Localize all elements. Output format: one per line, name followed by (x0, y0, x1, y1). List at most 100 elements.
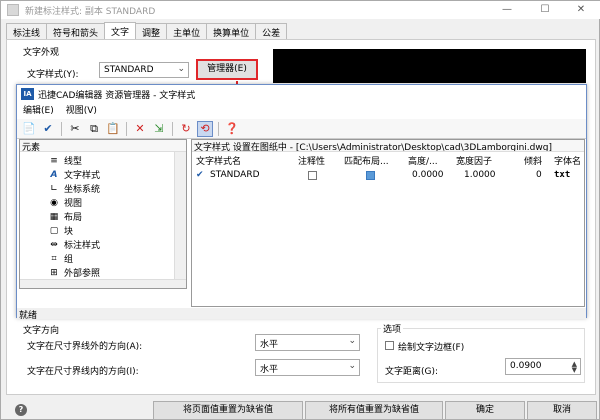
tree-item-linetype[interactable]: ≡ 线型 (48, 154, 83, 168)
options-label: 选项 (381, 322, 404, 335)
ucs-icon: ∟ (50, 183, 58, 194)
column-width-factor[interactable]: 宽度因子 (456, 154, 492, 167)
tree-item-label: 组 (64, 255, 74, 265)
help-icon[interactable]: ❓ (224, 121, 240, 137)
text-style-icon: A (50, 169, 58, 180)
dialog-titlebar: IA 迅捷CAD编辑器 资源管理器 - 文字样式 (17, 85, 586, 103)
help-icon[interactable]: ? (15, 404, 27, 416)
current-check-icon: ✔ (196, 170, 204, 180)
tree-item-text-style[interactable]: A 文字样式 (48, 168, 101, 182)
tree-header: 元素 (20, 140, 186, 153)
tab-bar: 标注线 符号和箭头 文字 调整 主单位 换算单位 公差 (6, 22, 288, 40)
layout-icon: ▦ (49, 211, 59, 222)
purge-icon[interactable]: ⟲ (197, 120, 213, 137)
tab-dimension-lines[interactable]: 标注线 (6, 23, 48, 39)
dimension-style-window: 新建标注样式: 副本 STANDARD — ☐ ✕ 标注线 符号和箭头 文字 调… (0, 0, 600, 420)
minimize-button[interactable]: — (489, 1, 525, 19)
spinner-arrows-icon[interactable]: ▲ ▼ (572, 361, 577, 374)
draw-frame-checkbox[interactable] (385, 341, 394, 353)
tab-alternate-units[interactable]: 换算单位 (206, 23, 257, 39)
column-height[interactable]: 高度/... (408, 154, 438, 167)
reset-page-button[interactable]: 将页面值重置为缺省值 (153, 401, 303, 420)
text-outside-direction-select[interactable]: 水平 ⌄ (255, 334, 360, 351)
dialog-title: 迅捷CAD编辑器 资源管理器 - 文字样式 (38, 90, 196, 101)
tree-item-group[interactable]: ⌗ 组 (48, 252, 74, 266)
list-path-header: 文字样式 设置在图纸中 - [C:\Users\Administrator\De… (192, 140, 584, 152)
tab-fit[interactable]: 调整 (135, 23, 168, 39)
new-icon[interactable]: 📄 (21, 121, 37, 137)
row-width-factor: 1.0000 (464, 170, 496, 180)
tree-item-label: 文字样式 (64, 171, 101, 181)
toolbar-divider (61, 121, 62, 136)
close-button[interactable]: ✕ (563, 1, 599, 19)
cancel-button[interactable]: 取消 (527, 401, 597, 420)
tree-item-view[interactable]: ◉ 视图 (48, 196, 83, 210)
tree-item-block[interactable]: ▢ 块 (48, 224, 74, 238)
tree-item-ucs[interactable]: ∟ 坐标系统 (48, 182, 100, 196)
draw-frame-label: 绘制文字边框(F) (398, 343, 465, 353)
tree-item-label: 块 (64, 227, 74, 237)
text-style-label: 文字样式(Y): (27, 70, 79, 80)
row-oblique: 0 (536, 170, 542, 180)
manager-button[interactable]: 管理器(E) (196, 59, 258, 80)
text-direction-label: 文字方向 (23, 326, 60, 336)
cad-app-icon: IA (21, 88, 34, 100)
tab-tolerances[interactable]: 公差 (255, 23, 288, 39)
preview-area (273, 49, 586, 83)
column-annotative[interactable]: 注释性 (298, 154, 325, 167)
refresh-icon[interactable]: ↻ (178, 121, 194, 137)
eye-icon: ◉ (50, 197, 58, 208)
status-bar: 就绪 (17, 308, 586, 321)
column-match-layout[interactable]: 匹配布局... (344, 154, 389, 167)
tree-vertical-scrollbar[interactable] (174, 152, 186, 282)
text-appearance-label: 文字外观 (23, 48, 60, 58)
tree-item-layout[interactable]: ▦ 布局 (48, 210, 83, 224)
window-titlebar: 新建标注样式: 副本 STANDARD — ☐ ✕ (1, 1, 600, 19)
text-inside-direction-select[interactable]: 水平 ⌄ (255, 359, 360, 376)
element-tree: 元素 ≡ 线型 A 文字样式 ∟ 坐标系统 ◉ 视图 ▦ 布局 ▢ 块 ⇹ 标注样式 ⌗ 组 ⊞… (19, 139, 187, 289)
tree-item-label: 布局 (64, 213, 83, 223)
tree-item-label: 线型 (64, 157, 83, 167)
maximize-button[interactable]: ☐ (527, 1, 563, 19)
column-style-name[interactable]: 文字样式名 (196, 154, 241, 167)
text-offset-spinner[interactable]: 0.0900 ▲ ▼ (505, 358, 581, 375)
column-font-name[interactable]: 字体名 (554, 154, 581, 167)
app-icon (7, 4, 19, 16)
row-style-name: STANDARD (210, 170, 260, 180)
reset-all-button[interactable]: 将所有值重置为缺省值 (305, 401, 443, 420)
delete-icon[interactable]: ✕ (132, 121, 148, 137)
tree-item-label: 视图 (64, 199, 83, 209)
cut-icon[interactable]: ✂ (67, 121, 83, 137)
tab-symbols-arrows[interactable]: 符号和箭头 (46, 23, 106, 39)
tree-horizontal-scrollbar[interactable] (20, 279, 186, 288)
linetype-icon: ≡ (50, 155, 58, 166)
match-layout-checkbox[interactable] (366, 171, 375, 183)
tree-item-label: 标注样式 (64, 241, 101, 251)
copy-icon[interactable]: ⧉ (86, 121, 102, 137)
text-inside-direction-label: 文字在尺寸界线内的方向(I): (27, 367, 139, 377)
block-icon: ▢ (49, 225, 59, 236)
menu-view[interactable]: 视图(V) (66, 103, 97, 117)
tree-item-xref[interactable]: ⊞ 外部参照 (48, 266, 101, 280)
toolbar-divider (172, 121, 173, 136)
chevron-down-icon: ⌄ (348, 336, 356, 346)
text-offset-label: 文字距离(G): (385, 367, 439, 377)
tree-item-label: 外部参照 (64, 269, 101, 279)
xref-icon: ⊞ (50, 267, 58, 278)
column-oblique[interactable]: 倾斜 (524, 154, 542, 167)
menu-edit[interactable]: 编辑(E) (23, 103, 54, 117)
text-style-list: 文字样式 设置在图纸中 - [C:\Users\Administrator\De… (191, 139, 585, 307)
export-icon[interactable]: ⇲ (151, 121, 167, 137)
toolbar-divider (126, 121, 127, 136)
tree-item-dim-style[interactable]: ⇹ 标注样式 (48, 238, 101, 252)
text-style-select[interactable]: STANDARD ⌄ (99, 62, 189, 78)
tab-primary-units[interactable]: 主单位 (166, 23, 208, 39)
chevron-down-icon: ⌄ (348, 361, 356, 371)
check-icon[interactable]: ✔ (40, 121, 56, 137)
annotative-checkbox[interactable] (308, 171, 317, 183)
paste-icon[interactable]: 📋 (105, 121, 121, 137)
tab-text[interactable]: 文字 (104, 22, 137, 40)
text-offset-value: 0.0900 (510, 361, 542, 371)
ok-button[interactable]: 确定 (445, 401, 525, 420)
window-title: 新建标注样式: 副本 STANDARD (25, 6, 156, 17)
